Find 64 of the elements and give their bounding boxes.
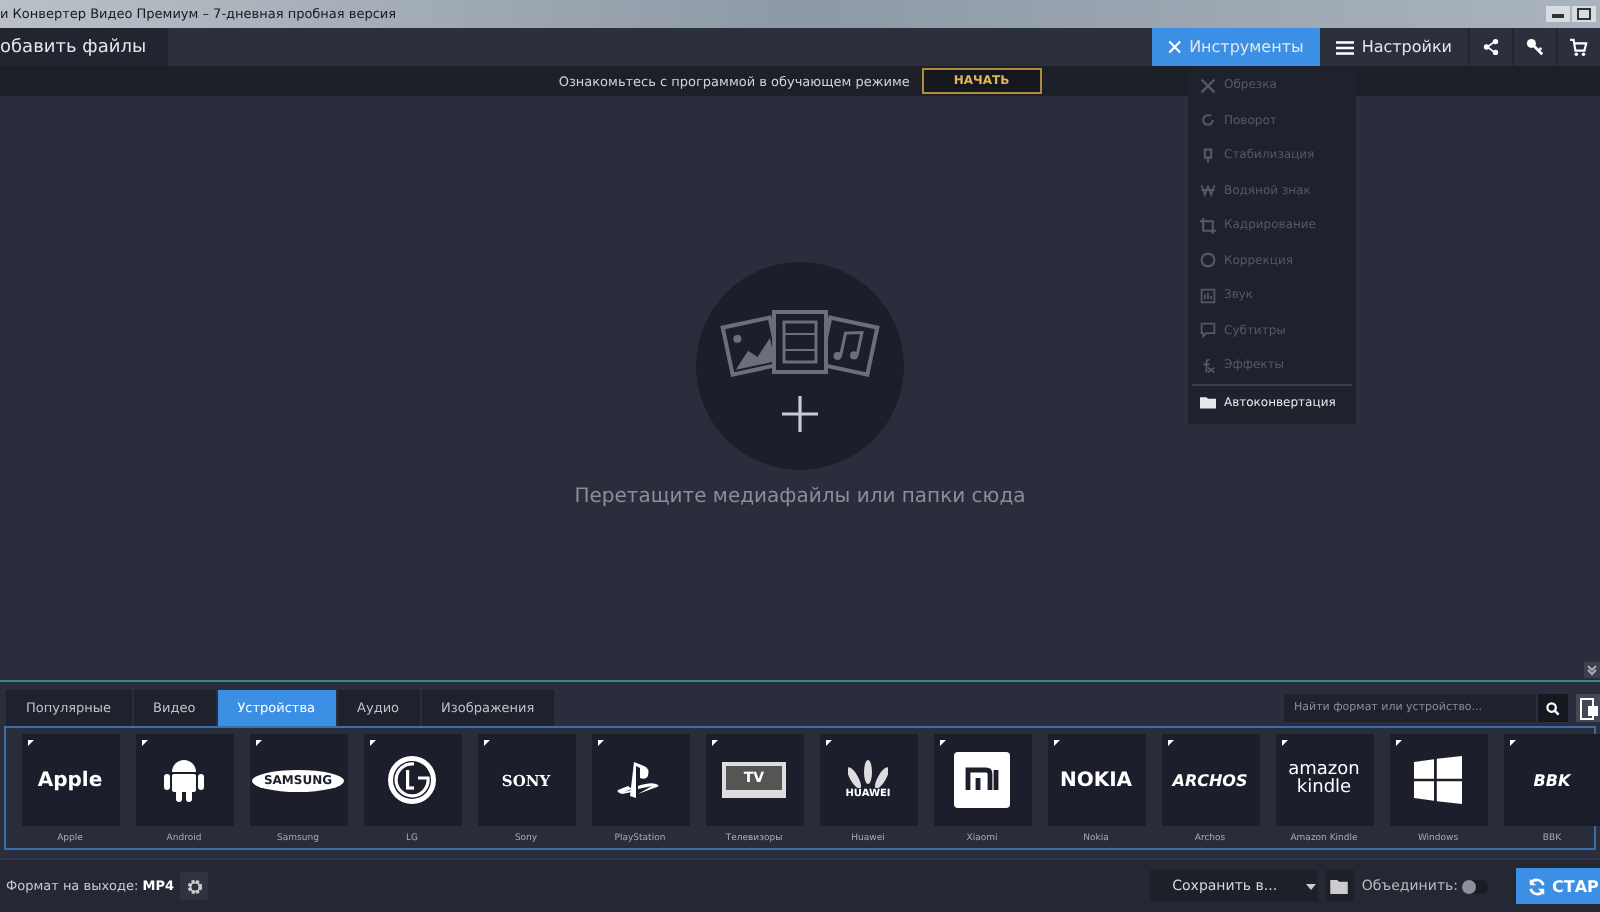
device-tile[interactable] [933,734,1031,826]
windows-icon [1414,756,1462,804]
merge-toggle[interactable] [1462,879,1488,893]
scissors-icon [1200,77,1216,94]
device-tile[interactable]: ARCHOS [1161,734,1259,826]
minimize-icon [1550,8,1566,20]
device-tile[interactable]: amazon kindle [1275,734,1373,826]
corner-icon [369,740,375,746]
android-robot-icon [162,756,206,804]
search-icon [1546,701,1560,715]
corner-icon [1167,740,1173,746]
corner-icon [141,740,147,746]
corner-icon [1395,740,1401,746]
folder-icon [1200,394,1216,411]
search-button[interactable] [1538,694,1568,722]
logo-text: BBK [1533,771,1571,789]
petals-icon [848,760,888,788]
corner-icon [255,740,261,746]
menu-icon [1335,39,1354,55]
playstation-icon [616,760,664,800]
device-detect-button[interactable] [1576,694,1600,722]
device-tile[interactable]: Apple [21,734,119,826]
maximize-icon [1576,8,1592,20]
logo-text: Apple [37,769,103,791]
format-settings-button[interactable] [180,872,209,900]
device-tile[interactable] [1389,734,1487,826]
speech-bubble-icon [1200,322,1216,339]
corner-icon [597,740,603,746]
corner-icon [1281,740,1287,746]
logo-text: ARCHOS [1172,771,1248,789]
refresh-icon [1528,877,1546,895]
share-icon [1482,38,1500,56]
corner-icon [825,740,831,746]
drop-hint: Перетащите медиафайлы или папки сюда [574,486,1026,508]
logo-text: amazon [1288,762,1360,780]
device-tile[interactable]: NOKIA [1047,734,1145,826]
corner-icon [27,740,33,746]
minimize-button[interactable] [1546,6,1570,22]
device-tile[interactable]: BBK [1503,734,1600,826]
lg-face-icon [386,754,438,806]
cart-icon [1570,38,1588,56]
logo-text: NOKIA [1059,769,1133,791]
logo-text: kindle [1296,780,1352,798]
mi-icon [954,752,1010,808]
collapse-button[interactable] [1584,662,1600,678]
device-tile[interactable] [363,734,461,826]
settings-icon [185,877,204,895]
corner-icon [483,740,489,746]
maximize-button[interactable] [1572,6,1596,22]
plus-icon [780,394,820,434]
folder-icon [1330,879,1349,893]
corner-icon [1053,740,1059,746]
corner-icon [939,740,945,746]
device-tile[interactable] [591,734,689,826]
device-tile[interactable] [135,734,233,826]
key-icon [1526,38,1544,56]
corner-icon [1509,740,1515,746]
caret-icon [1305,883,1316,889]
add-files-button[interactable]: обавить файлы [0,28,169,66]
folder-button[interactable] [1325,870,1354,902]
chevron-down-icon [1586,664,1598,676]
device-icon [1579,697,1597,719]
rotate-icon [1200,112,1216,129]
corner-icon [711,740,717,746]
